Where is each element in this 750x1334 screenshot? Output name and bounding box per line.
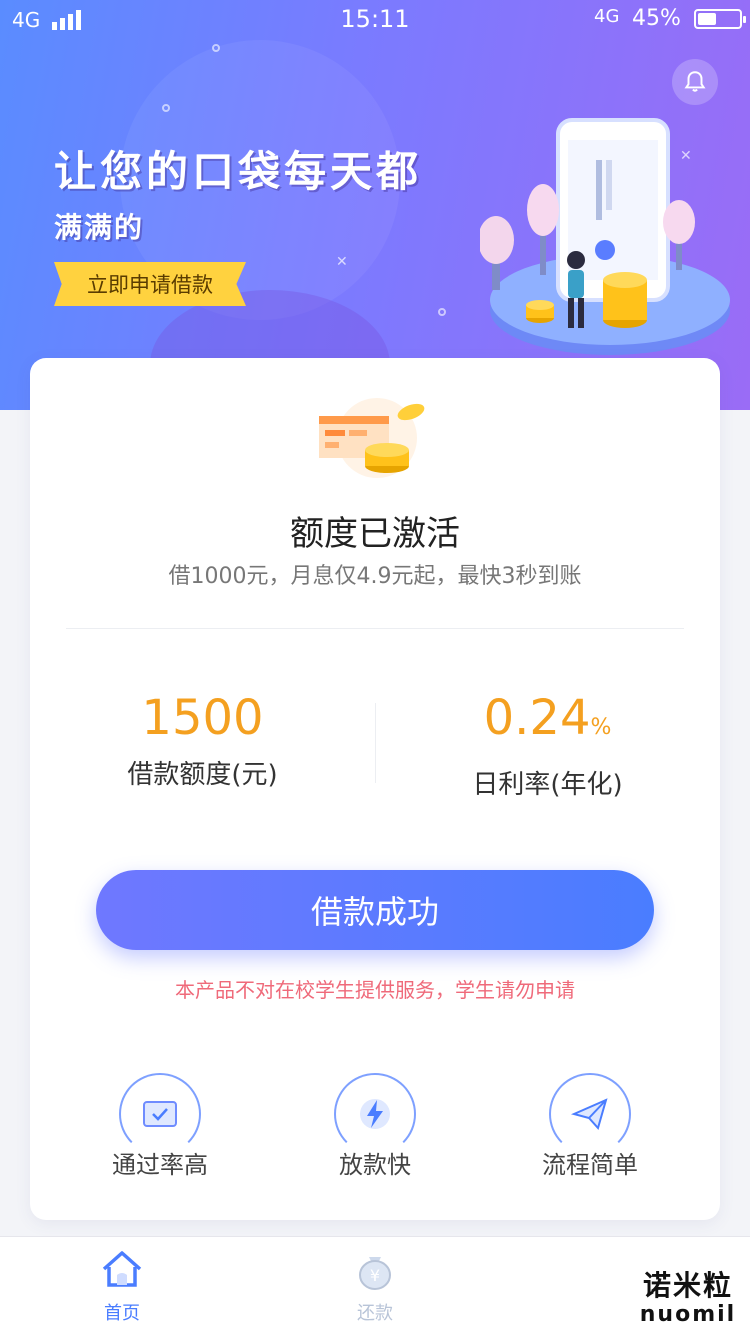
phone-coins-illustration bbox=[480, 118, 730, 355]
interest-rate-unit: % bbox=[590, 715, 612, 740]
notification-button[interactable] bbox=[672, 59, 718, 105]
apply-loan-button[interactable]: 立即申请借款 bbox=[54, 262, 246, 306]
hero-banner[interactable]: ✕ ✕ 让您的口袋每天都 满满的 立即申请借款 bbox=[0, 0, 750, 410]
tab-repayment[interactable]: ¥ 还款 bbox=[315, 1245, 435, 1325]
loan-amount-stat: 1500 借款额度(元) bbox=[30, 688, 375, 791]
feature-fast-payout: 放款快 bbox=[285, 1073, 465, 1180]
feature-label: 放款快 bbox=[339, 1151, 411, 1179]
decor-cross: ✕ bbox=[336, 254, 348, 270]
money-bag-icon: ¥ bbox=[359, 1257, 391, 1290]
interest-rate-stat: 0.24% 日利率(年化) bbox=[375, 688, 720, 801]
watermark-text: 诺米粒 bbox=[642, 1269, 733, 1302]
home-icon bbox=[102, 1251, 142, 1287]
feature-high-approval: 通过率高 bbox=[70, 1073, 250, 1180]
quota-card: 额度已激活 借1000元，月息仅4.9元起，最快3秒到账 1500 借款额度(元… bbox=[30, 358, 720, 1220]
quota-headline: 额度已激活 bbox=[290, 514, 460, 554]
battery-icon bbox=[694, 9, 746, 29]
loan-amount-value: 1500 bbox=[141, 690, 264, 746]
banner-slogan-sub: 满满的 bbox=[54, 211, 145, 244]
ticket-check-icon bbox=[143, 1101, 177, 1127]
tab-home[interactable]: 首页 bbox=[62, 1245, 182, 1325]
feature-label: 流程简单 bbox=[542, 1151, 638, 1179]
divider bbox=[66, 628, 684, 629]
interest-rate-label: 日利率(年化) bbox=[472, 770, 623, 800]
tab-label: 还款 bbox=[357, 1303, 393, 1324]
watermark-text-latin: nuomil bbox=[639, 1302, 737, 1327]
svg-text:¥: ¥ bbox=[370, 1266, 380, 1285]
feature-simple-process: 流程简单 bbox=[500, 1073, 680, 1180]
banner-slogan: 让您的口袋每天都 bbox=[54, 147, 423, 196]
loan-amount-label: 借款额度(元) bbox=[127, 760, 278, 790]
feature-label: 通过率高 bbox=[112, 1151, 208, 1179]
bell-icon bbox=[684, 71, 706, 92]
decor-dot bbox=[438, 308, 446, 316]
decor-dot bbox=[162, 104, 170, 112]
status-bar: 4G 15:11 4G 45% bbox=[0, 0, 750, 40]
coins-calendar-icon bbox=[319, 398, 425, 478]
interest-rate-value: 0.24 bbox=[483, 690, 591, 746]
student-notice: 本产品不对在校学生提供服务，学生请勿申请 bbox=[175, 978, 575, 1002]
lightning-icon bbox=[360, 1099, 390, 1129]
loan-success-button[interactable]: 借款成功 bbox=[96, 870, 654, 950]
network-indicator-right: 4G bbox=[594, 6, 620, 27]
battery-percent: 45% bbox=[632, 6, 681, 31]
decor-dot bbox=[212, 44, 220, 52]
tab-label: 首页 bbox=[104, 1303, 140, 1324]
paper-plane-icon bbox=[570, 1098, 608, 1131]
watermark: 诺米粒 nuomil bbox=[626, 1270, 750, 1328]
quota-subline: 借1000元，月息仅4.9元起，最快3秒到账 bbox=[168, 564, 582, 589]
